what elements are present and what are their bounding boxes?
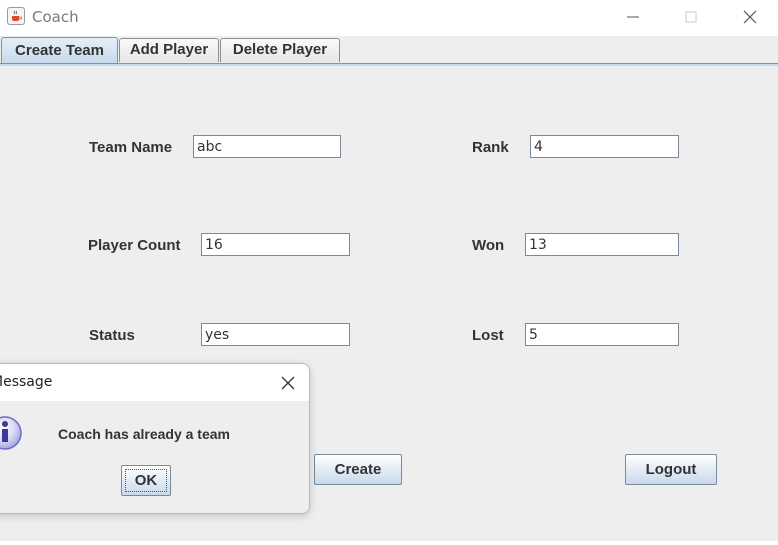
dialog-message: Coach has already a team — [58, 426, 230, 442]
won-label: Won — [472, 237, 505, 254]
ok-button[interactable]: OK — [121, 465, 171, 496]
ok-button-label: OK — [125, 469, 167, 492]
dialog-title: Message — [0, 374, 53, 390]
lost-input[interactable] — [525, 323, 679, 346]
tab-delete-player[interactable]: Delete Player — [220, 38, 340, 62]
maximize-icon — [685, 11, 697, 23]
rank-label: Rank — [472, 139, 509, 156]
won-input[interactable] — [525, 233, 679, 256]
logout-button[interactable]: Logout — [625, 454, 717, 485]
team-name-input[interactable] — [193, 135, 341, 158]
window-bottom-edge — [0, 541, 778, 545]
info-icon — [0, 416, 22, 450]
message-dialog[interactable]: Message Coach has already a team OK — [0, 363, 310, 514]
minimize-button[interactable] — [610, 0, 656, 34]
dialog-title-bar[interactable]: Message — [0, 364, 309, 401]
tab-add-player[interactable]: Add Player — [119, 38, 219, 62]
close-icon — [743, 10, 757, 24]
status-input[interactable] — [201, 323, 350, 346]
window-title: Coach — [32, 8, 79, 26]
java-cup-icon — [7, 7, 25, 25]
player-count-label: Player Count — [88, 237, 181, 254]
team-name-label: Team Name — [89, 139, 173, 156]
window-title-bar[interactable]: Coach — [0, 0, 778, 36]
create-button[interactable]: Create — [314, 454, 402, 485]
player-count-input[interactable] — [201, 233, 350, 256]
minimize-icon — [627, 16, 639, 18]
status-label: Status — [89, 327, 135, 344]
lost-label: Lost — [472, 327, 504, 344]
rank-input[interactable] — [530, 135, 679, 158]
maximize-button[interactable] — [668, 0, 714, 34]
tab-create-team[interactable]: Create Team — [1, 37, 118, 64]
close-button[interactable] — [727, 0, 773, 34]
close-icon[interactable] — [280, 375, 296, 391]
